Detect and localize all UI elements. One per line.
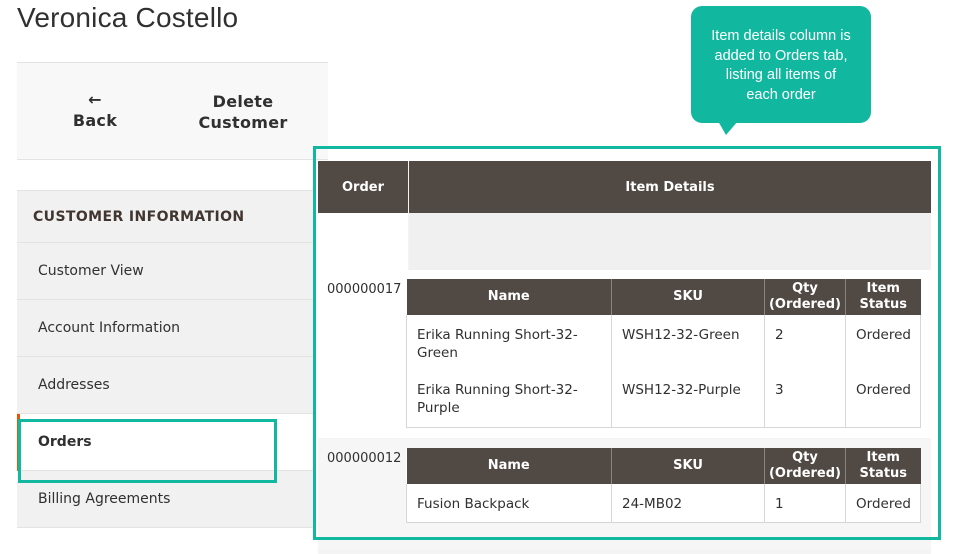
callout-pointer	[718, 121, 738, 135]
callout-line: each order	[746, 86, 816, 103]
callout-line: Item details column is	[711, 28, 851, 44]
item-details-highlight	[313, 146, 941, 540]
page-title: Veronica Costello	[17, 2, 239, 33]
back-label: Back	[72, 111, 118, 130]
sidebar-heading: CUSTOMER INFORMATION	[17, 190, 314, 243]
callout-line: listing all items of	[725, 67, 837, 83]
sidebar-item-customer-view[interactable]: Customer View	[17, 243, 314, 300]
back-button[interactable]: ← Back	[47, 63, 143, 161]
page-actions: ← Back Delete Customer	[17, 62, 328, 160]
sidebar-item-account-information[interactable]: Account Information	[17, 300, 314, 357]
delete-customer-button[interactable]: Delete Customer	[187, 63, 299, 161]
sidebar-item-addresses[interactable]: Addresses	[17, 357, 314, 414]
orders-tab-highlight	[18, 419, 277, 483]
arrow-left-icon: ←	[88, 90, 102, 109]
annotation-callout: Item details column is added to Orders t…	[691, 6, 871, 123]
callout-line: added to Orders tab,	[714, 47, 848, 64]
delete-label-line2: Customer	[198, 113, 288, 132]
delete-label-line1: Delete	[212, 92, 274, 111]
